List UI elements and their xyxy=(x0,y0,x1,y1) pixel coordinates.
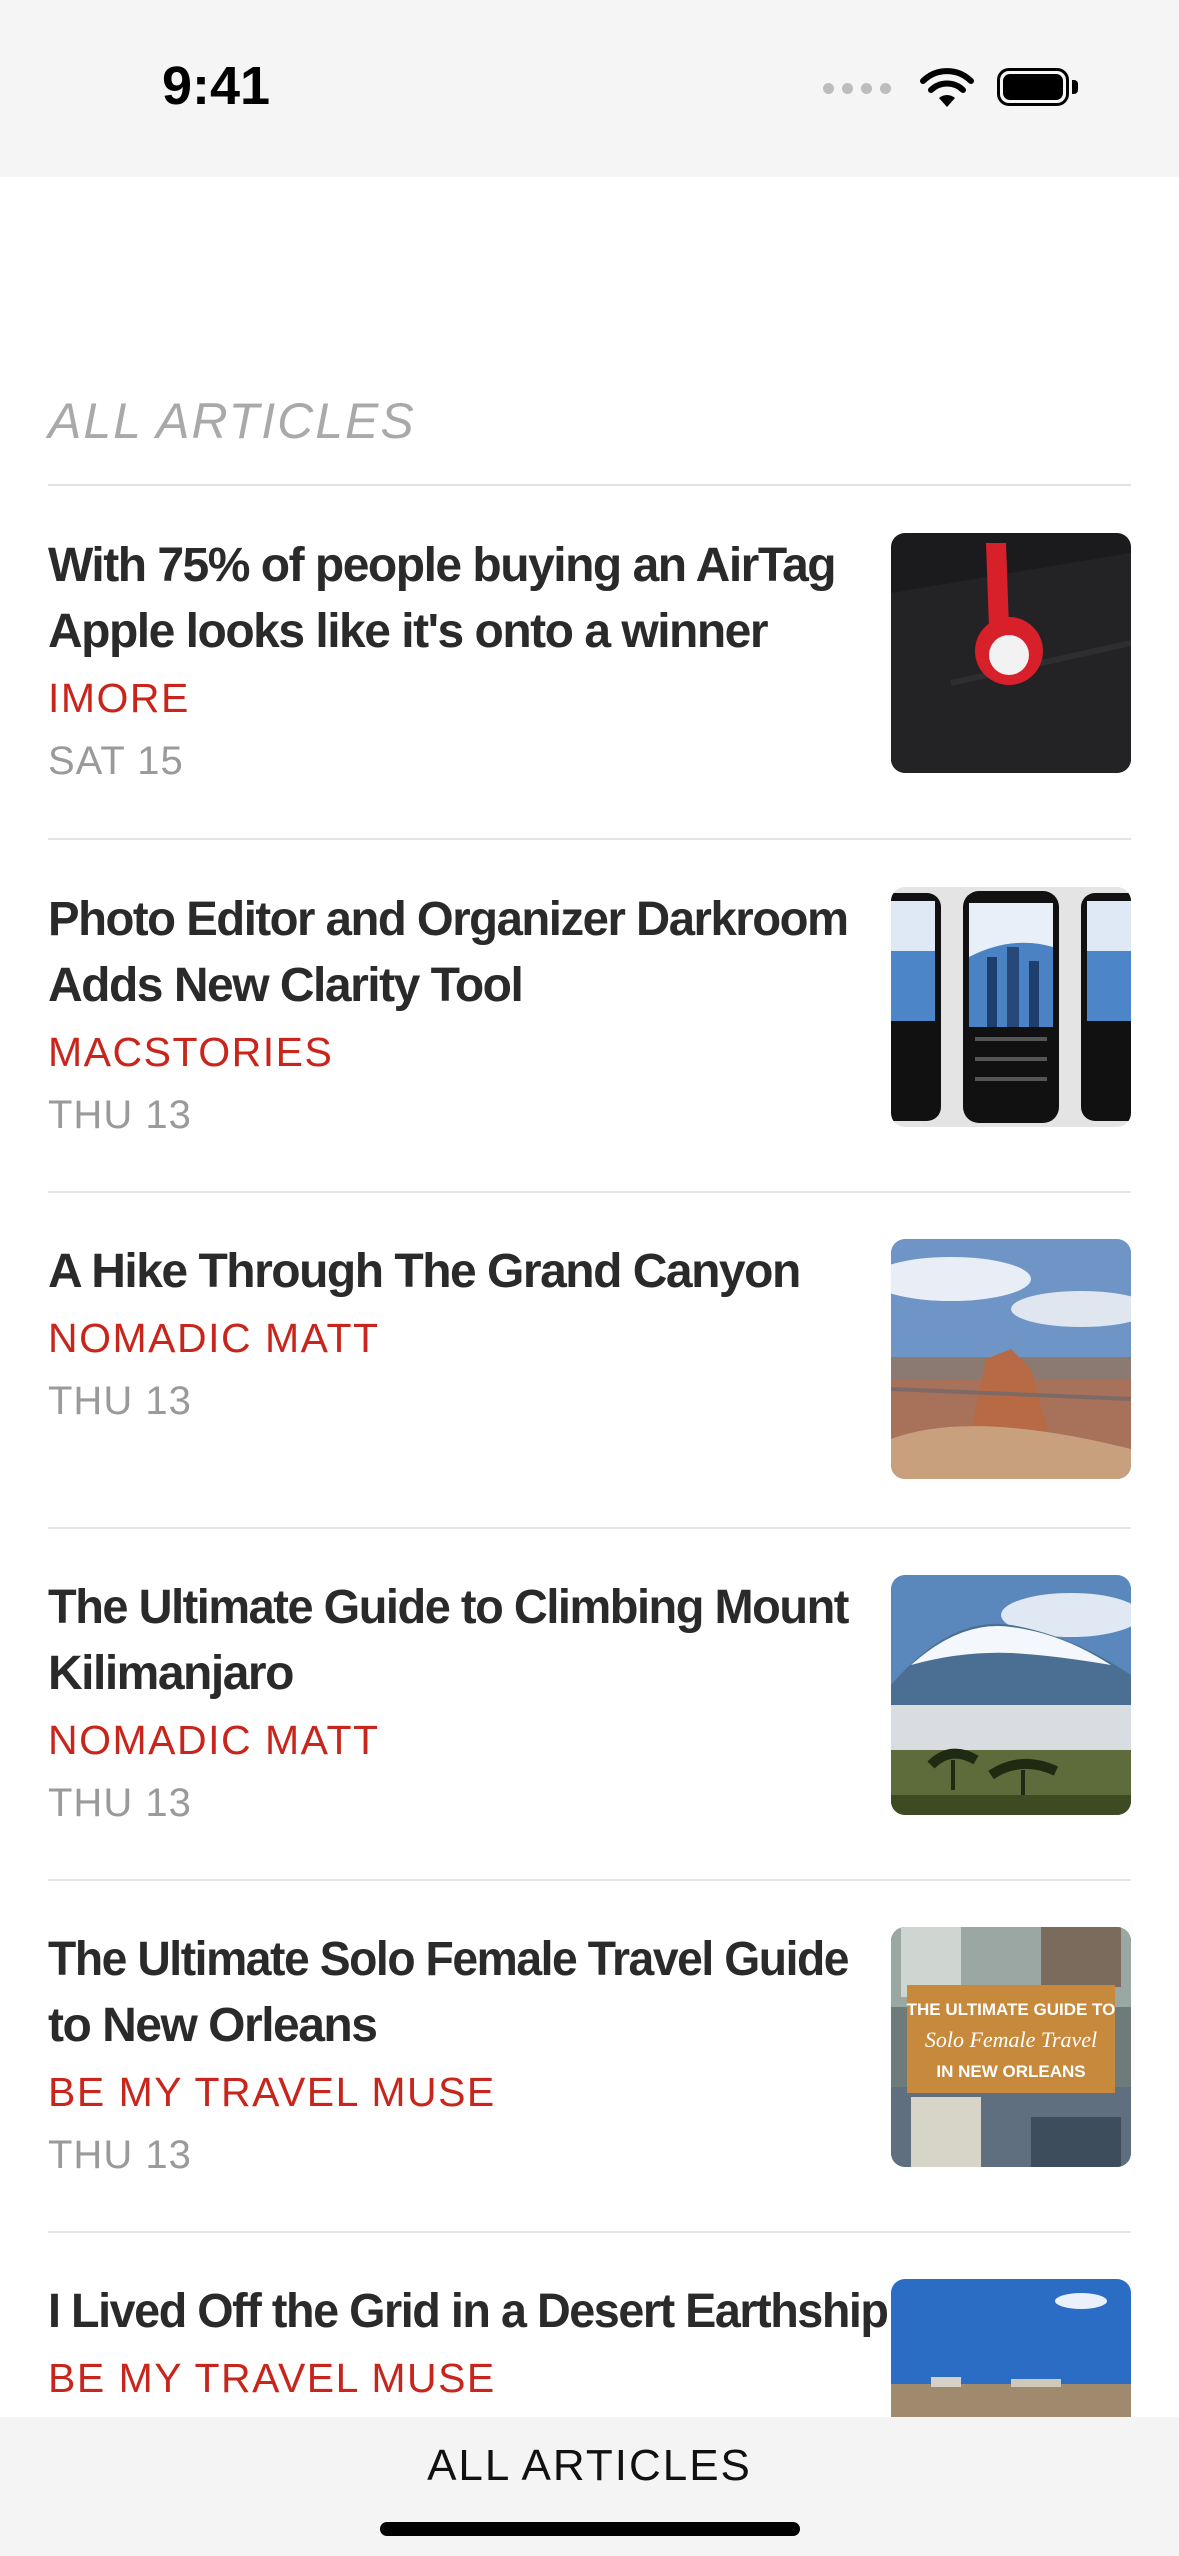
new-orleans-image: THE ULTIMATE GUIDE TO Solo Female Travel… xyxy=(891,1927,1131,2167)
article-source[interactable]: BE MY TRAVEL MUSE xyxy=(48,2355,496,2402)
article-list-item[interactable]: Photo Editor and Organizer Darkroom Adds… xyxy=(48,887,1131,1147)
kilimanjaro-image xyxy=(891,1575,1131,1815)
article-list-item[interactable]: The Ultimate Solo Female Travel Guide to… xyxy=(48,1927,1131,2187)
thumbnail-caption: Solo Female Travel xyxy=(925,2027,1097,2052)
thumbnail-caption: IN NEW ORLEANS xyxy=(936,2062,1085,2081)
status-time: 9:41 xyxy=(162,56,271,116)
article-title: A Hike Through The Grand Canyon xyxy=(48,1245,801,1298)
article-source[interactable]: IMORE xyxy=(48,675,190,722)
darkroom-screens-image xyxy=(891,887,1131,1127)
airtag-image xyxy=(891,533,1131,773)
divider xyxy=(48,838,1131,840)
cellular-signal-icon xyxy=(823,82,891,94)
article-date: THU 13 xyxy=(48,1781,192,1825)
article-source[interactable]: NOMADIC MATT xyxy=(48,1315,380,1362)
article-list-item[interactable]: The Ultimate Guide to Climbing Mount Kil… xyxy=(48,1575,1131,1835)
article-list-item[interactable]: A Hike Through The Grand Canyon NOMADIC … xyxy=(48,1239,1131,1499)
article-title: Photo Editor and Organizer Darkroom Adds… xyxy=(48,893,849,1012)
status-bar: 9:41 xyxy=(0,0,1179,177)
divider xyxy=(48,1879,1131,1881)
article-title: The Ultimate Guide to Climbing Mount Kil… xyxy=(48,1581,849,1700)
article-title: With 75% of people buying an AirTag Appl… xyxy=(48,539,837,658)
article-date: THU 13 xyxy=(48,2133,192,2177)
article-source[interactable]: BE MY TRAVEL MUSE xyxy=(48,2069,496,2116)
article-list-item[interactable]: With 75% of people buying an AirTag Appl… xyxy=(48,533,1131,793)
thumbnail-caption: THE ULTIMATE GUIDE TO xyxy=(907,2000,1116,2019)
article-title: I Lived Off the Grid in a Desert Earthsh… xyxy=(48,2285,889,2338)
divider xyxy=(48,484,1131,486)
article-date: SAT 15 xyxy=(48,739,184,783)
divider xyxy=(48,1191,1131,1193)
tab-all-articles[interactable]: ALL ARTICLES xyxy=(0,2441,1179,2491)
wifi-icon xyxy=(920,68,974,107)
battery-icon xyxy=(997,68,1079,108)
desert-earthship-image xyxy=(891,2279,1131,2417)
article-source[interactable]: MACSTORIES xyxy=(48,1029,333,1076)
page-title: ALL ARTICLES xyxy=(48,393,416,449)
article-date: THU 13 xyxy=(48,1379,192,1423)
grand-canyon-image xyxy=(891,1239,1131,1479)
status-icons xyxy=(823,64,1079,112)
article-title: The Ultimate Solo Female Travel Guide to… xyxy=(48,1933,850,2052)
article-date: THU 13 xyxy=(48,1093,192,1137)
home-indicator[interactable] xyxy=(380,2522,800,2536)
article-list-item[interactable]: I Lived Off the Grid in a Desert Earthsh… xyxy=(48,2279,1131,2417)
divider xyxy=(48,1527,1131,1529)
divider xyxy=(48,2231,1131,2233)
article-source[interactable]: NOMADIC MATT xyxy=(48,1717,380,1764)
